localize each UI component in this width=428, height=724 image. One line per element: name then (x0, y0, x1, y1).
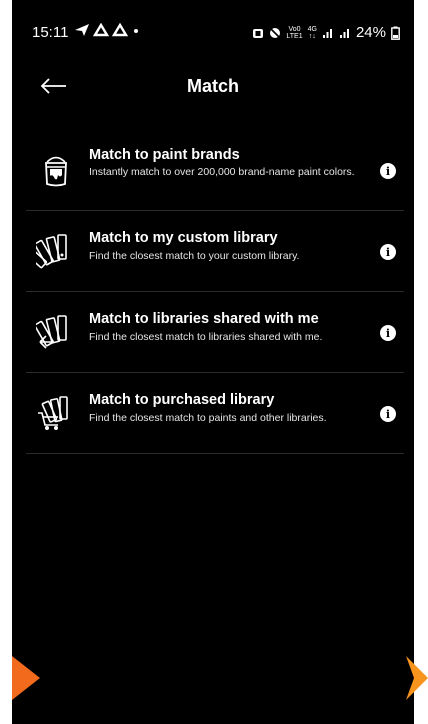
cart-fan-icon (38, 396, 68, 430)
status-bar: 15:11 Vo0 LTE1 4G ↑↓ 24% (12, 0, 414, 64)
option-shared-libraries[interactable]: Match to libraries shared with me Find t… (26, 292, 404, 373)
signal-label-bottom: ↑↓ (308, 32, 316, 40)
option-title: Match to paint brands (89, 147, 240, 163)
cloud-upload-icon (93, 23, 109, 37)
signal-label-top: 4G (307, 25, 317, 33)
option-description: Find the closest match to paints and oth… (89, 412, 327, 424)
option-paint-brands[interactable]: Match to paint brands Instantly match to… (26, 130, 404, 211)
info-icon[interactable]: i (380, 325, 396, 341)
app-header: Match (12, 64, 414, 112)
option-title: Match to my custom library (89, 230, 278, 246)
signal-icon-2 (339, 28, 349, 38)
option-title: Match to purchased library (89, 392, 275, 408)
drive-icon (112, 23, 128, 37)
info-icon[interactable]: i (380, 406, 396, 422)
mute-icon (270, 27, 281, 38)
next-arrow-icon[interactable] (400, 656, 428, 700)
info-icon[interactable]: i (380, 163, 396, 179)
network-label-top: Vo0 (288, 25, 301, 33)
info-icon[interactable]: i (380, 244, 396, 260)
option-description: Find the closest match to your custom li… (89, 250, 300, 262)
match-options-list: Match to paint brands Instantly match to… (26, 130, 404, 454)
option-description: Find the closest match to libraries shar… (89, 331, 323, 343)
notification-icons (74, 23, 141, 37)
option-description: Instantly match to over 200,000 brand-na… (89, 166, 355, 178)
dot-icon (134, 29, 138, 33)
paint-can-icon (45, 156, 67, 187)
send-icon (75, 24, 89, 36)
page-title: Match (186, 76, 239, 96)
signal-icon (322, 28, 332, 38)
color-fan-icon (36, 234, 67, 269)
alarm-icon (253, 28, 264, 38)
option-title: Match to libraries shared with me (89, 311, 319, 327)
previous-arrow-icon[interactable] (12, 656, 40, 700)
phone-screen: 15:11 Vo0 LTE1 4G ↑↓ 24% Match Match to … (12, 0, 414, 724)
shared-fan-icon (36, 315, 67, 349)
status-time: 15:11 (32, 24, 69, 41)
option-custom-library[interactable]: Match to my custom library Find the clos… (26, 211, 404, 292)
status-right: Vo0 LTE1 4G ↑↓ 24% (252, 24, 400, 41)
network-label-bottom: LTE1 (286, 32, 303, 40)
option-purchased-library[interactable]: Match to purchased library Find the clos… (26, 373, 404, 454)
battery-icon (391, 26, 400, 40)
battery-percentage: 24% (355, 24, 386, 41)
